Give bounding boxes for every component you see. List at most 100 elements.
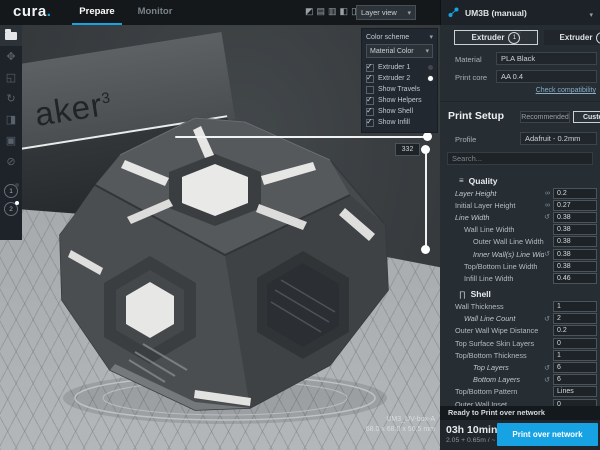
custom-mode-button[interactable]: Custom: [573, 111, 600, 123]
checkbox-checked-icon[interactable]: [366, 64, 374, 72]
setting-row[interactable]: Wall Line Width0.38: [440, 224, 600, 236]
setting-value-field[interactable]: 0.38: [553, 212, 597, 223]
setting-row[interactable]: Infill Line Width0.46: [440, 272, 600, 284]
revert-value-icon[interactable]: ↺: [544, 213, 550, 221]
move-tool[interactable]: ✥: [0, 46, 22, 67]
open-file-button[interactable]: [0, 25, 22, 46]
quality-icon: ≡: [459, 176, 464, 185]
setting-row[interactable]: Wall Thickness1: [440, 301, 600, 313]
extruder-1-tab[interactable]: Extruder 1: [454, 30, 538, 45]
check-compatibility-link[interactable]: Check compatibility: [536, 87, 596, 94]
layer-slider-track[interactable]: [425, 149, 427, 250]
color-scheme-dropdown[interactable]: Material Color: [366, 44, 433, 58]
layer-view-option[interactable]: Show Infill: [366, 117, 433, 128]
view-mode-dropdown[interactable]: Layer view: [356, 5, 416, 20]
layer-slider-bottom-handle[interactable]: [421, 245, 430, 254]
rotate-tool[interactable]: ↻: [0, 88, 22, 109]
recommended-mode-button[interactable]: Recommended: [520, 111, 570, 123]
layer-slider-horizontal-handle[interactable]: [423, 132, 432, 141]
support-blocker-tool[interactable]: ⊘: [0, 151, 22, 172]
layer-view-option[interactable]: Show Travels: [366, 84, 433, 95]
mirror-tool[interactable]: ◨: [0, 109, 22, 130]
linked-value-icon[interactable]: ∞: [545, 202, 550, 209]
setting-row[interactable]: Outer Wall Wipe Distance0.2: [440, 325, 600, 337]
revert-value-icon[interactable]: ↺: [544, 364, 550, 372]
setting-row[interactable]: Top/Bottom Thickness1: [440, 349, 600, 361]
chevron-down-icon: [589, 4, 593, 22]
setting-row[interactable]: Inner Wall(s) Line Width↺0.38: [440, 248, 600, 260]
settings-section-quality[interactable]: ≡Quality: [440, 174, 600, 187]
setting-value-field[interactable]: 0.38: [553, 224, 597, 235]
setting-value-field[interactable]: 0.38: [553, 249, 597, 260]
view-top-icon[interactable]: ▥: [328, 4, 337, 18]
per-model-settings-tool[interactable]: ▣: [0, 130, 22, 151]
scale-tool[interactable]: ◱: [0, 67, 22, 88]
extruder-select-1[interactable]: 1: [4, 184, 18, 198]
print-over-network-button[interactable]: Print over network: [497, 423, 598, 446]
checkbox-checked-icon[interactable]: [366, 97, 374, 105]
settings-section-shell[interactable]: ∏Shell: [440, 288, 600, 301]
settings-list: ≡QualityLayer Height∞0.2Initial Layer He…: [440, 171, 600, 406]
tab-monitor[interactable]: Monitor: [130, 0, 180, 23]
profile-dropdown[interactable]: Adafruit - 0.2mm: [520, 132, 597, 145]
view-front-icon[interactable]: ▤: [317, 4, 326, 18]
material-dropdown[interactable]: PLA Black: [496, 52, 597, 65]
revert-value-icon[interactable]: ↺: [544, 376, 550, 384]
setting-value-field[interactable]: 1: [553, 301, 597, 312]
revert-value-icon[interactable]: ↺: [544, 315, 550, 323]
setting-row[interactable]: Top/Bottom Line Width0.38: [440, 260, 600, 272]
setting-value-field[interactable]: 0.38: [553, 261, 597, 272]
layer-slider-top-handle[interactable]: [421, 145, 430, 154]
3d-model[interactable]: [45, 100, 405, 430]
view-3d-icon[interactable]: ◩: [305, 4, 314, 18]
extruder-tab-label: Extruder: [472, 33, 505, 42]
setting-row[interactable]: Initial Layer Height∞0.27: [440, 199, 600, 211]
checkbox-unchecked-icon[interactable]: [366, 86, 374, 94]
setting-row[interactable]: Top/Bottom PatternLines: [440, 386, 600, 398]
linked-value-icon[interactable]: ∞: [545, 190, 550, 197]
layer-view-option[interactable]: Extruder 1: [366, 62, 433, 73]
setting-value-field[interactable]: 6: [553, 362, 597, 373]
setting-row[interactable]: Bottom Layers↺6: [440, 374, 600, 386]
setting-row[interactable]: Line Width↺0.38: [440, 211, 600, 223]
setting-row[interactable]: Outer Wall Line Width0.38: [440, 236, 600, 248]
option-label: Show Shell: [378, 108, 413, 115]
setting-dropdown[interactable]: Lines: [553, 386, 597, 397]
setting-label: Top Surface Skin Layers: [455, 339, 553, 348]
layer-view-option[interactable]: Extruder 2: [366, 73, 433, 84]
setting-label: Bottom Layers: [455, 375, 544, 384]
setting-value-field[interactable]: 6: [553, 374, 597, 385]
setting-row[interactable]: Top Layers↺6: [440, 361, 600, 373]
print-core-dropdown[interactable]: AA 0.4: [496, 70, 597, 83]
setting-value-field[interactable]: 0.38: [553, 236, 597, 247]
setting-row[interactable]: Wall Line Count↺2: [440, 313, 600, 325]
setting-row[interactable]: Top Surface Skin Layers0: [440, 337, 600, 349]
view-left-icon[interactable]: ◧: [340, 4, 349, 18]
revert-value-icon[interactable]: ↺: [544, 250, 550, 258]
setting-value-field[interactable]: 0.46: [553, 273, 597, 284]
cura-logo: cura.: [13, 3, 51, 20]
setting-label: Outer Wall Wipe Distance: [455, 326, 553, 335]
setting-value-field[interactable]: 2: [553, 313, 597, 324]
extruder-select-2[interactable]: 2: [4, 202, 18, 216]
settings-search-input[interactable]: [447, 152, 593, 165]
checkbox-checked-icon[interactable]: [366, 75, 374, 83]
setting-value-field[interactable]: 0.2: [553, 325, 597, 336]
layer-view-option[interactable]: Show Shell: [366, 106, 433, 117]
tab-prepare[interactable]: Prepare: [72, 0, 122, 25]
setting-row[interactable]: Outer Wall Inset0: [440, 398, 600, 406]
color-scheme-header[interactable]: Color scheme: [366, 32, 433, 42]
setting-value-field[interactable]: 0.2: [553, 188, 597, 199]
3d-viewport[interactable]: aker3: [0, 25, 440, 450]
setting-value-field[interactable]: 1: [553, 350, 597, 361]
checkbox-checked-icon[interactable]: [366, 108, 374, 116]
layer-view-option[interactable]: Show Helpers: [366, 95, 433, 106]
printer-selector[interactable]: UM3B (manual): [440, 0, 600, 25]
setting-row[interactable]: Layer Height∞0.2: [440, 187, 600, 199]
layer-slider-horizontal-line: [175, 136, 428, 138]
checkbox-checked-icon[interactable]: [366, 119, 374, 127]
setting-value-field[interactable]: 0.27: [553, 200, 597, 211]
setting-value-field[interactable]: 0: [553, 338, 597, 349]
setting-value-field[interactable]: 0: [553, 399, 597, 406]
extruder-2-tab[interactable]: Extruder 2: [544, 30, 600, 45]
